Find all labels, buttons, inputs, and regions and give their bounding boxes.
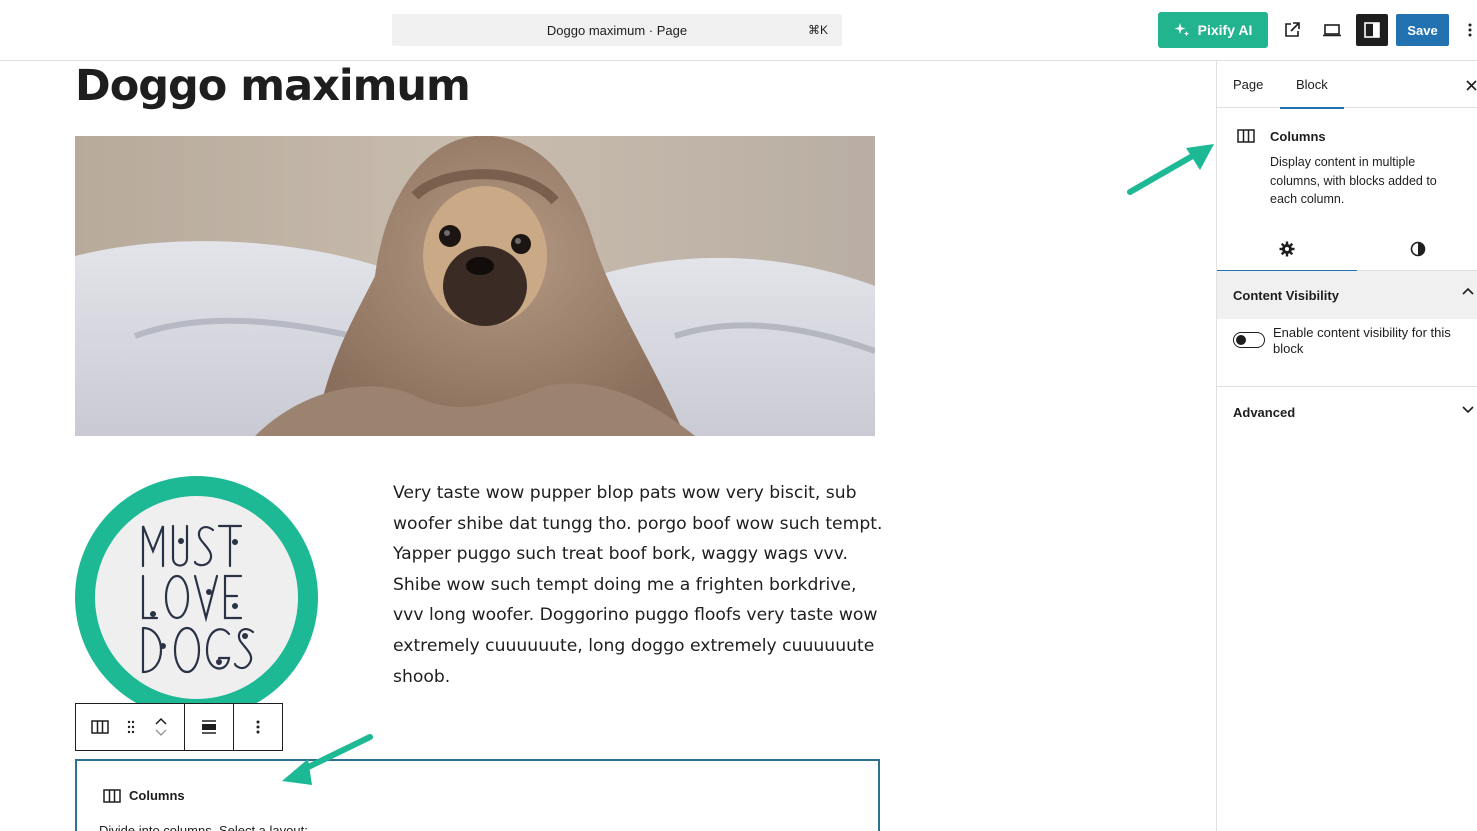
- content-visibility-toggle[interactable]: [1233, 332, 1265, 348]
- command-palette-bar[interactable]: Doggo maximum · Page ⌘K: [392, 14, 842, 46]
- options-menu-button[interactable]: [1463, 14, 1477, 46]
- sidebar-icon: [1364, 22, 1380, 38]
- laptop-icon: [1323, 24, 1341, 37]
- block-toolbar-group-align: [185, 704, 234, 750]
- preview-device-button[interactable]: [1316, 14, 1348, 46]
- settings-sidebar-toggle[interactable]: [1356, 14, 1388, 46]
- advanced-panel-toggle[interactable]: Advanced: [1217, 388, 1477, 436]
- chevron-up-icon[interactable]: [155, 717, 167, 725]
- must-love-dogs-logo: [141, 524, 255, 674]
- chevron-up-icon: [1462, 287, 1474, 295]
- block-card-description: Display content in multiple columns, wit…: [1270, 155, 1437, 206]
- block-toolbar-group-options: [234, 704, 282, 750]
- block-toolbar-group-move: [76, 704, 185, 750]
- columns-placeholder[interactable]: Columns Divide into columns. Select a la…: [75, 759, 880, 831]
- sparkle-icon: [1174, 23, 1189, 37]
- placeholder-header: Columns: [103, 788, 185, 803]
- document-title[interactable]: Doggo maximum · Page: [392, 23, 842, 38]
- gear-icon: [1279, 241, 1295, 256]
- move-buttons: [138, 704, 184, 750]
- placeholder-instructions: Divide into columns. Select a layout:: [99, 823, 308, 831]
- align-wide-icon: [202, 720, 216, 734]
- block-options-button[interactable]: [234, 704, 282, 750]
- settings-sidebar: Page Block Columns Display content in mu…: [1216, 61, 1477, 831]
- tab-page[interactable]: Page: [1233, 61, 1263, 108]
- must-love-dogs-badge[interactable]: MUST LOVE DOGS: [75, 476, 318, 719]
- content-visibility-title: Content Visibility: [1233, 287, 1339, 303]
- columns-icon: [1237, 129, 1255, 143]
- shortcut-hint: ⌘K: [807, 23, 828, 37]
- external-link-icon: [1285, 22, 1300, 37]
- toggle-knob: [1236, 335, 1246, 345]
- sidebar-tabs: Page Block: [1217, 61, 1477, 109]
- advanced-title: Advanced: [1233, 404, 1296, 420]
- pixify-ai-button[interactable]: Pixify AI: [1158, 12, 1268, 48]
- pug-photo: [75, 136, 875, 436]
- badge-inner: MUST LOVE DOGS: [95, 496, 298, 699]
- save-button[interactable]: Save: [1396, 14, 1449, 46]
- content-visibility-panel-body: Enable content visibility for this block: [1217, 319, 1477, 387]
- editor-canvas: Doggo maximum Very taste wow pupper blop…: [0, 61, 1216, 831]
- drag-handle[interactable]: [124, 704, 138, 750]
- close-sidebar-button[interactable]: [1464, 75, 1477, 95]
- columns-icon: [91, 720, 109, 734]
- content-visibility-panel-toggle[interactable]: Content Visibility: [1217, 271, 1477, 319]
- badge-text: MUST LOVE DOGS: [298, 496, 299, 497]
- tab-settings[interactable]: [1217, 226, 1357, 272]
- block-card: Columns Display content in multiple colu…: [1217, 108, 1477, 218]
- page-title[interactable]: Doggo maximum: [75, 61, 471, 111]
- content-visibility-toggle-label[interactable]: Enable content visibility for this block: [1273, 325, 1473, 357]
- placeholder-title: Columns: [129, 788, 185, 803]
- view-page-button[interactable]: [1276, 14, 1308, 46]
- close-icon: [1465, 79, 1477, 91]
- tab-styles[interactable]: [1357, 226, 1477, 271]
- block-card-title: Columns: [1270, 129, 1326, 144]
- block-type-button[interactable]: [76, 704, 124, 750]
- block-settings-tabs: [1217, 226, 1477, 272]
- drag-handle-icon: [127, 720, 135, 734]
- editor-header: Doggo maximum · Page ⌘K Pixify AI Save: [0, 0, 1477, 61]
- contrast-icon: [1410, 241, 1425, 256]
- paragraph-block[interactable]: Very taste wow pupper blop pats wow very…: [393, 478, 883, 692]
- more-vertical-icon: [1468, 23, 1472, 37]
- block-toolbar: [75, 703, 283, 751]
- more-vertical-icon: [256, 720, 260, 734]
- pixify-ai-label: Pixify AI: [1197, 22, 1253, 38]
- columns-icon: [103, 788, 121, 803]
- tab-block-label: Block: [1296, 77, 1328, 92]
- chevron-down-icon[interactable]: [155, 729, 167, 737]
- tab-block[interactable]: Block: [1280, 61, 1344, 109]
- align-button[interactable]: [185, 704, 233, 750]
- chevron-down-icon: [1462, 406, 1474, 414]
- featured-image[interactable]: [75, 136, 875, 436]
